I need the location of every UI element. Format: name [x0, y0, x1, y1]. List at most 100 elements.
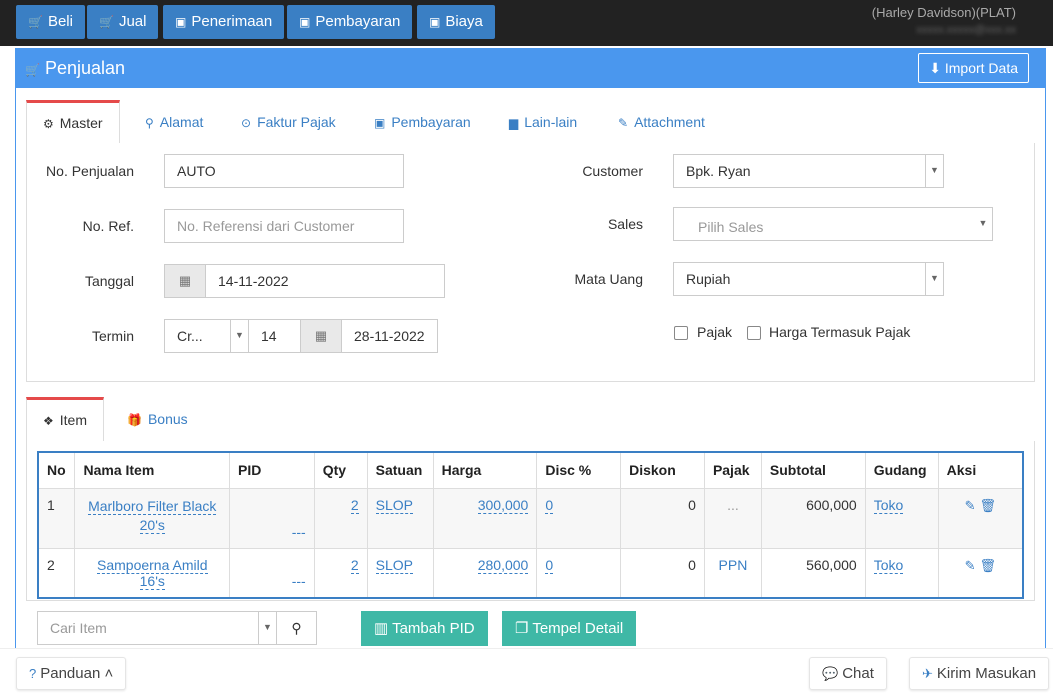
- mata-uang-select[interactable]: Rupiah ▼: [673, 262, 944, 296]
- col-gudang: Gudang: [865, 452, 939, 489]
- col-harga: Harga: [433, 452, 538, 489]
- company-name[interactable]: (Harley Davidson)(PLAT): [872, 5, 1016, 20]
- harga-link[interactable]: 300,000: [477, 496, 529, 514]
- satuan-link[interactable]: SLOP: [375, 496, 413, 514]
- row-gudang: Toko: [865, 548, 939, 598]
- biaya-button[interactable]: ▣ Biaya: [417, 5, 495, 39]
- col-qty: Qty: [314, 452, 368, 489]
- tab-pembayaran[interactable]: ▣ Pembayaran: [374, 100, 471, 144]
- termin-type-select[interactable]: Cr... ▼: [164, 319, 249, 353]
- page-title: 🛒 Penjualan: [25, 58, 126, 78]
- tab-faktur-pajak[interactable]: ⊙ Faktur Pajak: [241, 100, 336, 144]
- termin-date-input[interactable]: 28-11-2022: [341, 319, 438, 353]
- paperclip-icon: ✎: [618, 116, 629, 130]
- row-no: 2: [38, 548, 76, 598]
- item-name-link[interactable]: Marlboro Filter Black 20's: [88, 497, 217, 534]
- qty-link[interactable]: 2: [350, 556, 359, 574]
- harga-termasuk-pajak-label: Harga Termasuk Pajak: [769, 324, 911, 340]
- pembayaran-button[interactable]: ▣ Pembayaran: [287, 5, 413, 39]
- tanggal-input[interactable]: 14-11-2022: [205, 264, 445, 298]
- edit-icon[interactable]: ✎: [965, 558, 976, 573]
- col-no: No: [38, 452, 76, 489]
- disc-link[interactable]: 0: [545, 556, 554, 574]
- gears-icon: ⚙: [43, 117, 54, 131]
- row-pajak[interactable]: ...: [704, 488, 762, 549]
- paper-plane-icon: ✈: [922, 666, 933, 681]
- sales-select[interactable]: Pilih Sales ▼: [673, 207, 993, 241]
- panduan-button[interactable]: ? Panduan ˄: [16, 657, 127, 690]
- row-gudang: Toko: [865, 488, 939, 549]
- col-diskon: Diskon: [620, 452, 705, 489]
- penerimaan-button[interactable]: ▣ Penerimaan: [163, 5, 285, 39]
- cart-icon: 🛒: [28, 15, 43, 29]
- tempel-detail-button[interactable]: ❐ Tempel Detail: [502, 611, 637, 646]
- tab-alamat[interactable]: ⚲ Alamat: [145, 100, 203, 144]
- customer-select[interactable]: Bpk. Ryan ▼: [673, 154, 944, 188]
- row-disc: 0: [536, 548, 622, 598]
- gift-icon: 🎁: [127, 413, 142, 427]
- chat-button[interactable]: 💬 Chat: [809, 657, 887, 690]
- termin-label: Termin: [91, 328, 134, 344]
- search-button[interactable]: ⚲: [276, 611, 317, 645]
- tambah-pid-button[interactable]: ▥ Tambah PID: [361, 611, 488, 646]
- chevron-up-icon: ˄: [100, 665, 114, 682]
- row-nama: Sampoerna Amild 16's: [74, 548, 231, 598]
- tab-master[interactable]: ⚙ Master: [26, 100, 120, 144]
- calendar-icon[interactable]: ▦: [300, 319, 342, 353]
- question-circle-icon: ?: [29, 666, 37, 681]
- termin-days-input[interactable]: 14: [248, 319, 301, 353]
- map-marker-icon: ⚲: [145, 116, 154, 130]
- satuan-link[interactable]: SLOP: [375, 556, 413, 574]
- col-nama-item: Nama Item: [74, 452, 231, 489]
- beli-button[interactable]: 🛒 Beli: [16, 5, 85, 39]
- panel-header: 🛒 Penjualan ⬇ Import Data: [15, 48, 1046, 88]
- qty-link[interactable]: 2: [350, 496, 359, 514]
- tab-attachment[interactable]: ✎ Attachment: [618, 100, 705, 144]
- col-subtotal: Subtotal: [761, 452, 866, 489]
- money-icon: ▣: [374, 116, 386, 130]
- row-qty: 2: [314, 488, 368, 549]
- item-name-link[interactable]: Sampoerna Amild 16's: [97, 556, 208, 590]
- tab-item[interactable]: ❖ Item: [26, 397, 104, 441]
- row-satuan: SLOP: [367, 548, 434, 598]
- tab-lain-lain[interactable]: ▆ Lain-lain: [509, 100, 577, 144]
- edit-icon[interactable]: ✎: [965, 498, 976, 513]
- money-icon: ▣: [429, 15, 441, 29]
- row-pid[interactable]: ---: [229, 488, 315, 549]
- cubes-icon: ❖: [43, 414, 54, 428]
- trash-icon[interactable]: 🗑: [980, 558, 997, 573]
- tab-bonus[interactable]: 🎁 Bonus: [127, 397, 188, 441]
- footer-bar: [0, 648, 1053, 695]
- disc-link[interactable]: 0: [545, 496, 554, 514]
- gudang-link[interactable]: Toko: [873, 556, 904, 574]
- row-pajak[interactable]: PPN: [704, 548, 762, 598]
- kirim-masukan-button[interactable]: ✈ Kirim Masukan: [909, 657, 1050, 690]
- barcode-icon: ▥: [374, 620, 393, 637]
- row-harga: 300,000: [433, 488, 538, 549]
- gudang-link[interactable]: Toko: [873, 496, 904, 514]
- row-disc: 0: [536, 488, 622, 549]
- trash-icon[interactable]: 🗑: [980, 498, 997, 513]
- paste-icon: ❐: [515, 620, 533, 637]
- user-email: xxxxx.xxxxx@xxx.xx: [916, 24, 1016, 36]
- no-ref-input[interactable]: No. Referensi dari Customer: [164, 209, 404, 243]
- chevron-down-icon: ▼: [230, 320, 248, 352]
- calendar-icon[interactable]: ▦: [164, 264, 206, 298]
- harga-link[interactable]: 280,000: [477, 556, 529, 574]
- row-diskon: 0: [620, 488, 705, 549]
- tanggal-label: Tanggal: [84, 273, 134, 289]
- sales-label: Sales: [607, 216, 643, 232]
- no-penjualan-input[interactable]: AUTO: [164, 154, 404, 188]
- truck-icon: ▆: [509, 116, 519, 130]
- money-icon: ▣: [299, 15, 311, 29]
- pajak-checkbox[interactable]: [674, 326, 688, 340]
- money-icon: ▣: [175, 15, 187, 29]
- import-data-button[interactable]: ⬇ Import Data: [918, 53, 1029, 83]
- jual-button[interactable]: 🛒 Jual: [87, 5, 159, 39]
- harga-termasuk-pajak-checkbox[interactable]: [747, 326, 761, 340]
- search-item-input[interactable]: Cari Item ▼: [37, 611, 277, 645]
- row-pid[interactable]: ---: [229, 548, 315, 598]
- items-table: No Nama Item PID Qty Satuan Harga Disc %…: [37, 451, 1024, 599]
- row-harga: 280,000: [433, 548, 538, 598]
- col-aksi: Aksi: [938, 452, 1024, 489]
